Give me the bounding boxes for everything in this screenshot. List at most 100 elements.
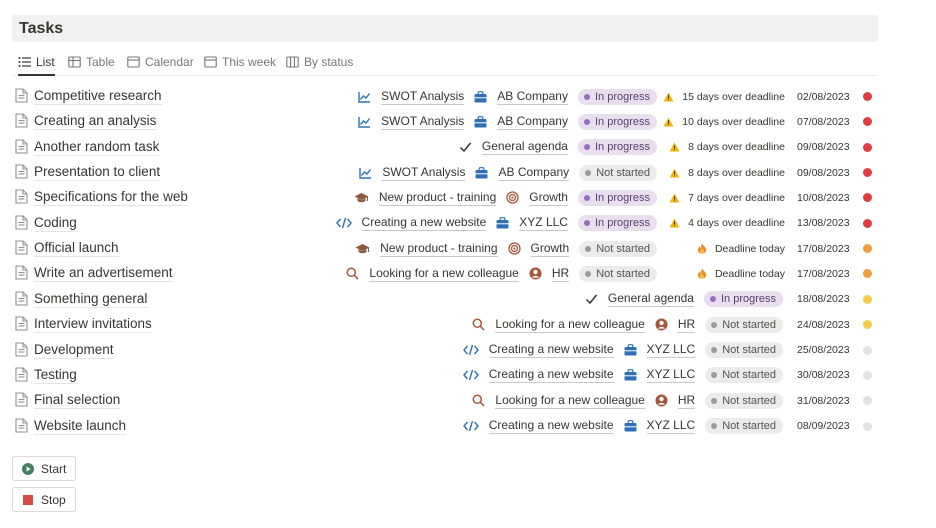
task-row[interactable]: Write an advertisement Looking for a new …: [12, 261, 878, 286]
task-name[interactable]: Coding: [34, 214, 77, 232]
task-name[interactable]: Something general: [34, 290, 148, 308]
search-icon: [472, 318, 490, 331]
project-relation[interactable]: Creating a new website: [462, 342, 614, 358]
task-name[interactable]: Website launch: [34, 417, 127, 435]
status-badge[interactable]: Not started: [705, 367, 783, 384]
area-relation[interactable]: General agenda: [459, 139, 568, 156]
status-dot: [583, 220, 590, 227]
area-label: Growth: [530, 240, 570, 257]
tab-calendar[interactable]: Calendar: [127, 49, 194, 75]
task-name[interactable]: Testing: [34, 366, 77, 384]
area-relation[interactable]: AB Company: [475, 165, 570, 181]
task-properties: Looking for a new colleague HR Not started…: [346, 261, 872, 286]
area-relation[interactable]: Growth: [506, 190, 568, 206]
page-icon: [15, 113, 28, 128]
task-row[interactable]: Another random task General agenda In prog…: [12, 135, 878, 160]
task-row[interactable]: Competitive research SWOT Analysis AB Comp…: [12, 84, 878, 109]
task-name[interactable]: Interview invitations: [34, 315, 152, 334]
status-badge[interactable]: Not started: [579, 265, 657, 282]
code-icon: [335, 217, 357, 229]
due-date: 25/08/2023: [797, 344, 850, 356]
task-name[interactable]: Specifications for the web: [34, 188, 188, 207]
task-row[interactable]: Testing Creating a new website XYZ LLC Not …: [12, 363, 878, 388]
task-name[interactable]: Final selection: [34, 391, 121, 410]
due-date: 31/08/2023: [797, 394, 850, 407]
project-relation[interactable]: Looking for a new colleague: [472, 393, 645, 409]
status-badge[interactable]: Not started: [705, 316, 783, 333]
project-relation[interactable]: Creating a new website: [335, 215, 487, 232]
stop-button-label: Stop: [41, 492, 66, 507]
task-name[interactable]: Write an advertisement: [34, 264, 173, 283]
task-name[interactable]: Another random task: [34, 138, 160, 156]
tab-list[interactable]: List: [18, 49, 55, 76]
status-badge[interactable]: In progress: [703, 291, 783, 308]
area-label: HR: [551, 265, 570, 282]
briefcase-icon: [624, 420, 642, 432]
task-row[interactable]: Development Creating a new website XYZ LLC…: [12, 338, 878, 363]
area-relation[interactable]: Growth: [507, 240, 570, 257]
task-row[interactable]: Website launch Creating a new website XYZ …: [12, 414, 878, 439]
status-badge[interactable]: In progress: [577, 139, 657, 156]
stop-button[interactable]: Stop: [12, 487, 76, 512]
tab-table[interactable]: Table: [68, 49, 115, 75]
project-relation[interactable]: Looking for a new colleague: [472, 317, 645, 333]
status-badge[interactable]: In progress: [577, 189, 657, 206]
project-relation[interactable]: SWOT Analysis: [359, 165, 466, 181]
area-relation[interactable]: AB Company: [474, 89, 568, 105]
area-relation[interactable]: XYZ LLC: [624, 342, 696, 358]
warning-icon: [663, 117, 678, 127]
area-relation[interactable]: HR: [655, 317, 696, 333]
task-row[interactable]: Official launch New product - training Gro…: [12, 236, 878, 261]
urgency-dot: [863, 345, 872, 355]
task-row[interactable]: Something general General agenda In progre…: [12, 287, 878, 312]
task-name[interactable]: Official launch: [34, 239, 119, 258]
urgency-dot: [863, 193, 872, 203]
due-date: 08/09/2023: [797, 420, 850, 433]
task-name[interactable]: Competitive research: [34, 87, 162, 105]
project-relation[interactable]: Creating a new website: [462, 367, 614, 384]
search-icon: [472, 394, 490, 407]
briefcase-icon: [624, 344, 642, 356]
task-name[interactable]: Presentation to client: [34, 163, 161, 182]
tab-by-status[interactable]: By status: [286, 49, 353, 75]
area-label: HR: [677, 392, 696, 409]
task-row[interactable]: Creating an analysis SWOT Analysis AB Comp…: [12, 109, 878, 134]
area-relation[interactable]: XYZ LLC: [624, 367, 696, 384]
status-badge[interactable]: Not started: [705, 342, 783, 358]
tab-this-week[interactable]: This week: [204, 49, 276, 75]
status-badge[interactable]: Not started: [705, 392, 783, 409]
deadline-text: 4 days over deadline: [688, 217, 785, 230]
code-icon: [462, 369, 484, 381]
task-row[interactable]: Final selection Looking for a new colleag…: [12, 388, 878, 413]
warning-icon: [669, 142, 684, 152]
urgency-dot: [863, 269, 872, 279]
status-badge[interactable]: Not started: [579, 240, 657, 257]
area-relation[interactable]: General agenda: [585, 291, 694, 308]
status-badge[interactable]: In progress: [577, 88, 657, 105]
due-date: 17/08/2023: [797, 267, 850, 280]
project-relation[interactable]: New product - training: [354, 190, 497, 206]
task-row[interactable]: Presentation to client SWOT Analysis AB Co…: [12, 160, 878, 185]
due-date: 13/08/2023: [797, 217, 850, 230]
task-name[interactable]: Creating an analysis: [34, 112, 157, 131]
project-relation[interactable]: New product - training: [355, 241, 498, 257]
area-relation[interactable]: AB Company: [474, 114, 568, 130]
project-relation[interactable]: Creating a new website: [462, 418, 614, 435]
search-icon: [346, 267, 364, 280]
project-relation[interactable]: SWOT Analysis: [358, 114, 465, 130]
task-row[interactable]: Specifications for the web New product - …: [12, 185, 878, 210]
area-relation[interactable]: HR: [529, 265, 570, 282]
task-row[interactable]: Coding Creating a new website XYZ LLC In pr…: [12, 211, 878, 236]
status-badge[interactable]: Not started: [579, 164, 657, 181]
task-name[interactable]: Development: [34, 341, 114, 359]
area-relation[interactable]: HR: [655, 392, 696, 409]
area-relation[interactable]: XYZ LLC: [496, 215, 568, 232]
start-button[interactable]: Start: [12, 456, 77, 481]
status-badge[interactable]: In progress: [577, 113, 657, 130]
project-relation[interactable]: SWOT Analysis: [358, 89, 465, 105]
task-row[interactable]: Interview invitations Looking for a new c…: [12, 312, 878, 337]
status-badge[interactable]: In progress: [577, 215, 657, 232]
status-badge[interactable]: Not started: [705, 418, 783, 435]
project-relation[interactable]: Looking for a new colleague: [346, 266, 519, 282]
area-relation[interactable]: XYZ LLC: [624, 418, 696, 435]
